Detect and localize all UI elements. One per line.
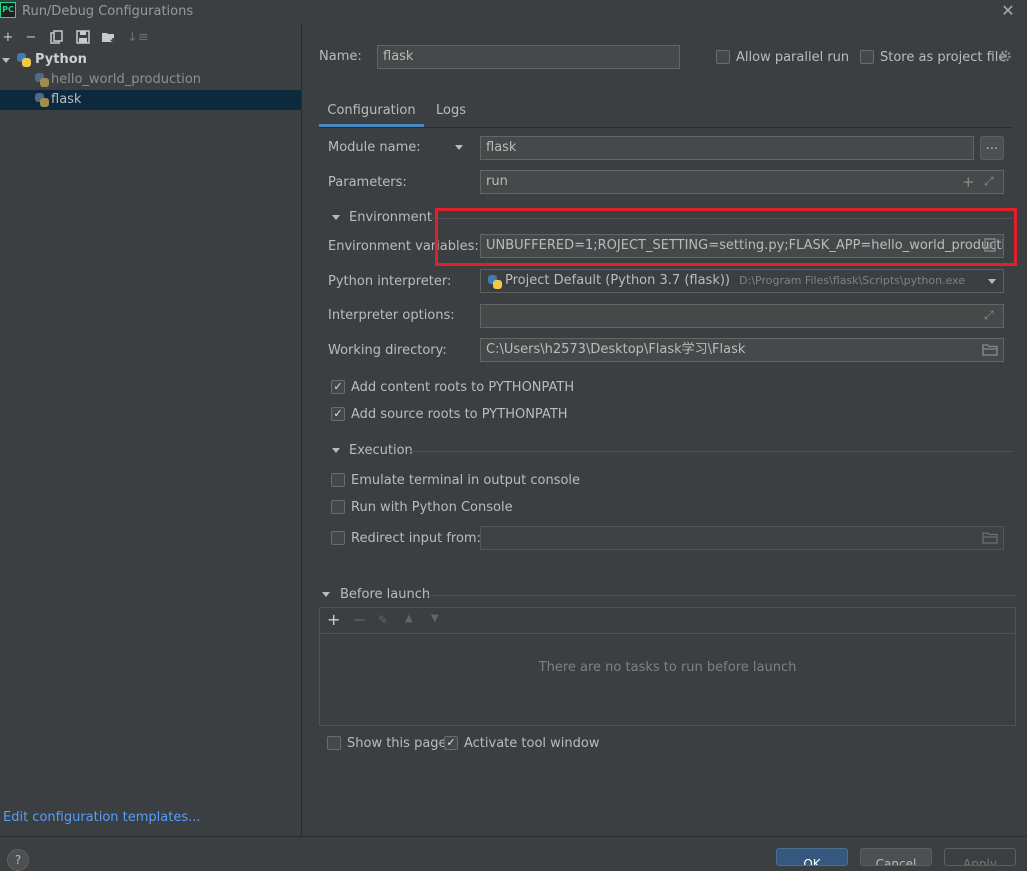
pycharm-logo-icon: PC xyxy=(0,2,16,18)
interpreter-value: Project Default (Python 3.7 (flask)) xyxy=(505,273,730,288)
empty-tasks-message: There are no tasks to run before launch xyxy=(538,660,797,675)
parameters-field[interactable]: run xyxy=(480,170,1004,194)
activate-tool-window-label: Activate tool window xyxy=(464,736,600,751)
parameters-label: Parameters: xyxy=(328,175,407,190)
execution-section-title: Execution xyxy=(349,443,413,458)
section-divider xyxy=(428,595,1016,596)
working-directory-field[interactable]: C:\Users\h2573\Desktop\Flask学习\Flask xyxy=(480,338,1004,362)
help-button[interactable]: ? xyxy=(7,849,29,871)
move-up-icon[interactable]: ▲ xyxy=(405,613,413,624)
tree-group-label: Python xyxy=(35,52,87,67)
tree-item-hello-world-production[interactable]: hello_world_production xyxy=(0,70,301,90)
python-icon xyxy=(35,73,49,87)
allow-parallel-run-label: Allow parallel run xyxy=(736,50,850,65)
redirect-input-field[interactable] xyxy=(480,526,1004,550)
python-icon xyxy=(488,275,502,289)
parameters-value: run xyxy=(486,174,508,189)
tree-item-label: hello_world_production xyxy=(51,72,202,87)
name-label: Name: xyxy=(319,49,362,64)
python-interpreter-label: Python interpreter: xyxy=(328,274,452,289)
tree-item-label: flask xyxy=(51,92,82,107)
show-this-page-checkbox[interactable] xyxy=(327,736,341,750)
move-down-icon[interactable]: ▼ xyxy=(431,613,439,624)
gear-icon[interactable] xyxy=(998,49,1012,63)
add-icon[interactable]: + xyxy=(327,610,340,629)
apply-button[interactable]: Apply xyxy=(944,848,1016,866)
working-directory-label: Working directory: xyxy=(328,343,447,358)
save-icon[interactable] xyxy=(75,30,91,46)
chevron-down-icon[interactable] xyxy=(332,215,340,220)
chevron-down-icon[interactable] xyxy=(988,279,996,284)
tree-group-python[interactable]: Python xyxy=(0,50,301,70)
expand-icon[interactable]: ⤢ xyxy=(984,308,994,323)
edit-icon[interactable]: ✎ xyxy=(378,613,388,627)
title-bar: PC Run/Debug Configurations ✕ xyxy=(0,0,1027,24)
section-divider xyxy=(410,451,1012,452)
store-as-project-file-label: Store as project file xyxy=(880,50,1007,65)
interpreter-path: D:\Program Files\flask\Scripts\python.ex… xyxy=(739,274,966,287)
tab-logs[interactable]: Logs xyxy=(436,98,466,126)
expand-icon[interactable]: ⤢ xyxy=(984,174,994,189)
module-name-field[interactable]: flask xyxy=(480,136,974,160)
interpreter-options-field[interactable] xyxy=(480,304,1004,328)
add-content-roots-checkbox[interactable]: ✓ xyxy=(331,380,345,394)
remove-icon[interactable]: − xyxy=(23,30,39,46)
add-icon[interactable]: + xyxy=(0,30,16,46)
ok-button-label: OK xyxy=(803,857,821,866)
redirect-input-label: Redirect input from: xyxy=(351,531,481,546)
environment-section-title: Environment xyxy=(349,210,433,225)
chevron-down-icon[interactable] xyxy=(455,145,463,150)
python-icon xyxy=(17,53,31,67)
allow-parallel-run-checkbox[interactable] xyxy=(716,50,730,64)
copy-icon[interactable] xyxy=(49,30,65,46)
run-with-python-console-label: Run with Python Console xyxy=(351,500,513,515)
interpreter-options-label: Interpreter options: xyxy=(328,308,455,323)
emulate-terminal-checkbox[interactable] xyxy=(331,473,345,487)
active-tab-indicator xyxy=(319,124,424,127)
name-field[interactable]: flask xyxy=(377,45,680,69)
add-source-roots-label: Add source roots to PYTHONPATH xyxy=(351,407,568,422)
cancel-button-label: Cancel xyxy=(875,857,917,866)
folder-icon[interactable] xyxy=(982,531,998,545)
before-launch-toolbar: + − ✎ ▲ ▼ xyxy=(320,608,1015,634)
run-with-python-console-checkbox[interactable] xyxy=(331,500,345,514)
close-icon[interactable]: ✕ xyxy=(1001,2,1015,20)
redirect-input-checkbox[interactable] xyxy=(331,531,345,545)
chevron-down-icon[interactable] xyxy=(322,592,330,597)
add-macro-icon[interactable]: + xyxy=(962,173,975,191)
chevron-down-icon[interactable] xyxy=(2,58,10,63)
show-this-page-label: Show this page xyxy=(347,736,447,751)
configurations-sidebar xyxy=(0,24,302,836)
add-source-roots-checkbox[interactable]: ✓ xyxy=(331,407,345,421)
activate-tool-window-checkbox[interactable]: ✓ xyxy=(444,736,458,750)
folder-icon[interactable] xyxy=(982,343,998,357)
move-to-folder-icon[interactable] xyxy=(101,30,117,46)
cancel-button[interactable]: Cancel xyxy=(860,848,932,866)
python-icon xyxy=(35,93,49,107)
remove-icon[interactable]: − xyxy=(353,610,366,629)
emulate-terminal-label: Emulate terminal in output console xyxy=(351,473,581,488)
store-as-project-file-checkbox[interactable] xyxy=(860,50,874,64)
sort-icon[interactable]: ↓≡ xyxy=(127,30,149,46)
apply-button-label: Apply xyxy=(963,857,997,866)
before-launch-tasks-panel: + − ✎ ▲ ▼ There are no tasks to run befo… xyxy=(319,607,1016,726)
chevron-down-icon[interactable] xyxy=(332,448,340,453)
window-title: Run/Debug Configurations xyxy=(22,4,194,19)
module-type-dropdown[interactable] xyxy=(455,145,463,150)
ok-button[interactable]: OK xyxy=(776,848,848,866)
python-interpreter-select[interactable]: Project Default (Python 3.7 (flask)) D:\… xyxy=(480,269,1004,293)
module-name-label: Module name: xyxy=(328,140,421,155)
edit-configuration-templates-link[interactable]: Edit configuration templates... xyxy=(3,810,201,825)
browse-module-button[interactable]: ... xyxy=(980,136,1004,160)
add-content-roots-label: Add content roots to PYTHONPATH xyxy=(351,380,575,395)
tree-item-flask[interactable]: flask xyxy=(0,90,301,110)
before-launch-section-title: Before launch xyxy=(340,587,431,602)
highlight-annotation-box xyxy=(435,208,1017,266)
